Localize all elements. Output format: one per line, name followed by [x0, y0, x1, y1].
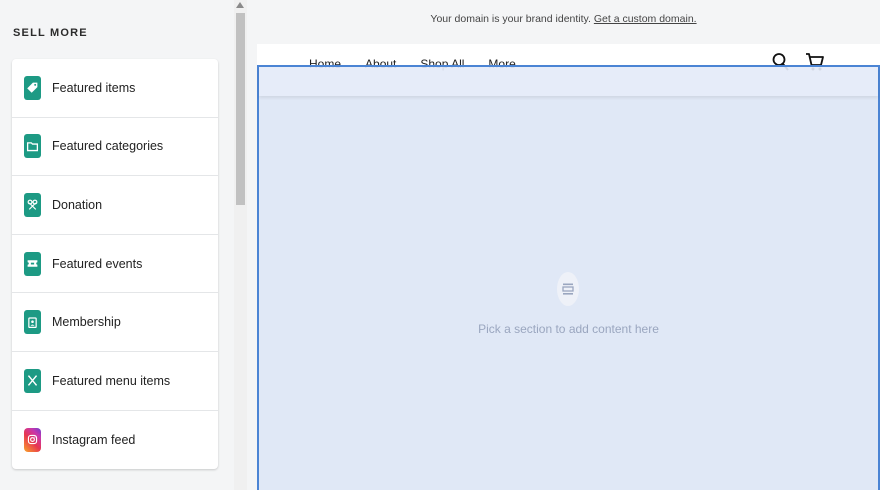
left-panel: SELL MORE Featured items Featured catego…	[0, 0, 234, 490]
item-label: Membership	[52, 315, 121, 330]
item-membership[interactable]: Membership	[12, 293, 218, 352]
tag-icon	[24, 75, 41, 100]
item-label: Featured items	[52, 80, 136, 95]
site-preview: Home About Shop All More Pick a section …	[257, 44, 880, 490]
item-instagram-feed[interactable]: Instagram feed	[12, 411, 218, 470]
folder-icon	[24, 134, 41, 159]
ribbon-icon	[24, 192, 41, 217]
section-title: SELL MORE	[13, 27, 88, 39]
utensils-icon	[24, 368, 41, 393]
item-featured-items[interactable]: Featured items	[12, 59, 218, 118]
instagram-icon	[24, 427, 41, 452]
item-label: Featured menu items	[52, 373, 171, 388]
section-icon	[557, 272, 579, 306]
item-featured-events[interactable]: Featured events	[12, 235, 218, 294]
item-featured-categories[interactable]: Featured categories	[12, 118, 218, 177]
custom-domain-link[interactable]: Get a custom domain.	[594, 13, 697, 25]
section-list: Featured items Featured categories Donat…	[12, 59, 218, 470]
item-donation[interactable]: Donation	[12, 176, 218, 235]
badge-icon	[24, 310, 41, 335]
item-label: Featured categories	[52, 139, 164, 154]
domain-banner: Your domain is your brand identity. Get …	[247, 13, 880, 25]
overlay-header-band	[259, 67, 878, 96]
preview-area: Your domain is your brand identity. Get …	[247, 0, 880, 490]
empty-section-prompt: Pick a section to add content here	[478, 322, 659, 336]
scroll-up-arrow-icon[interactable]	[236, 2, 244, 8]
scroll-thumb[interactable]	[236, 13, 245, 205]
banner-text: Your domain is your brand identity.	[430, 13, 591, 25]
sidebar-scrollbar[interactable]	[234, 0, 247, 490]
item-label: Instagram feed	[52, 432, 136, 447]
item-featured-menu-items[interactable]: Featured menu items	[12, 352, 218, 411]
item-label: Featured events	[52, 256, 143, 271]
selected-section-overlay[interactable]: Pick a section to add content here	[257, 65, 880, 490]
ticket-icon	[24, 251, 41, 276]
item-label: Donation	[52, 197, 103, 212]
